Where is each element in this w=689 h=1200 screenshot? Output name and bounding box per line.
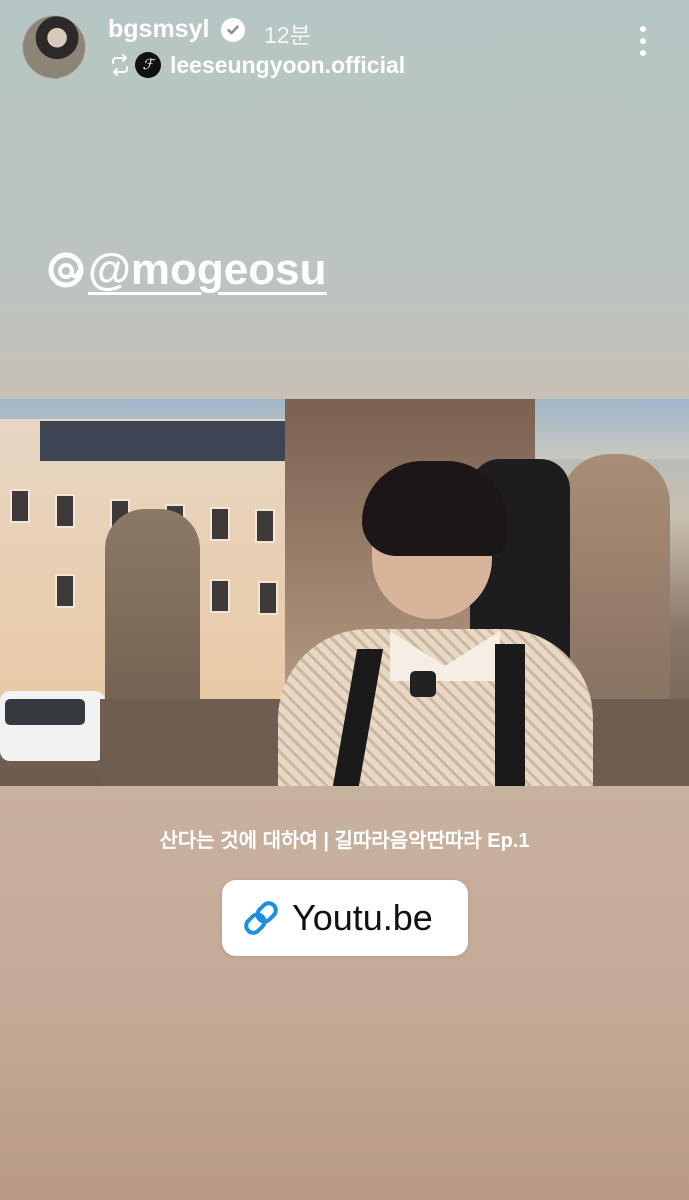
- repost-icon: [112, 54, 128, 76]
- story-header: bgsmsyl 12분 ℱ leeseungyoon.official: [0, 0, 689, 90]
- link-icon: [244, 901, 278, 935]
- story-photo: [0, 399, 689, 786]
- link-sticker[interactable]: Youtu.be: [222, 880, 468, 956]
- referenced-account-name[interactable]: leeseungyoon.official: [170, 52, 405, 79]
- mention-sticker[interactable]: @mogeosu: [46, 245, 326, 295]
- story-caption: 산다는 것에 대하여 | 길따라음악딴따라 Ep.1: [159, 830, 530, 852]
- username[interactable]: bgsmsyl: [108, 15, 209, 44]
- mention-text: @mogeosu: [88, 245, 327, 294]
- post-time: 12분: [264, 22, 311, 48]
- user-avatar[interactable]: [22, 15, 86, 79]
- threads-icon: [48, 252, 84, 288]
- link-label: Youtu.be: [292, 897, 433, 938]
- referenced-account-avatar[interactable]: ℱ: [135, 52, 161, 78]
- more-vertical-icon[interactable]: [630, 26, 656, 62]
- verified-badge-icon: [221, 18, 245, 42]
